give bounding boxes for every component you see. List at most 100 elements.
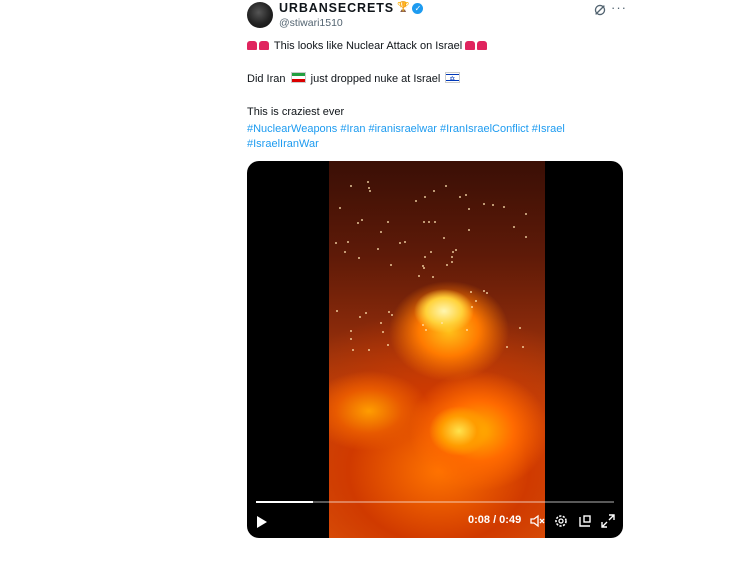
spark-decoration xyxy=(446,263,449,266)
israel-flag-icon xyxy=(445,72,461,87)
spark-decoration xyxy=(369,189,372,192)
spark-decoration xyxy=(379,322,382,325)
spark-decoration xyxy=(428,221,431,224)
spark-decoration xyxy=(338,207,341,210)
spark-decoration xyxy=(425,329,428,332)
spark-decoration xyxy=(357,222,360,225)
spark-decoration xyxy=(404,240,407,243)
spark-decoration xyxy=(398,241,401,244)
hashtag-link[interactable]: #Iran xyxy=(340,123,365,135)
spark-decoration xyxy=(424,255,427,258)
spark-decoration xyxy=(466,328,469,331)
spark-decoration xyxy=(432,276,435,279)
spark-decoration xyxy=(482,203,485,206)
hashtag-link[interactable]: #iranisraelwar xyxy=(369,123,437,135)
spark-decoration xyxy=(475,299,478,302)
tweet-line-1: This looks like Nuclear Attack on Israel xyxy=(247,39,489,54)
spark-decoration xyxy=(525,236,528,239)
volume-muted-icon[interactable] xyxy=(529,513,545,529)
hashtag-link[interactable]: #IsraelIranWar xyxy=(247,138,319,150)
spark-decoration xyxy=(380,231,383,234)
spark-decoration xyxy=(335,242,338,245)
spark-decoration xyxy=(471,306,474,309)
author-name-row: URBANSECRETS 🏆 ✓ xyxy=(279,1,424,15)
tweet-line-3: This is craziest ever xyxy=(247,106,345,118)
hashtag-link[interactable]: #NuclearWeapons xyxy=(247,123,337,135)
spark-decoration xyxy=(346,241,349,244)
spark-decoration xyxy=(458,195,461,198)
spark-decoration xyxy=(443,237,446,240)
spark-decoration xyxy=(386,221,389,224)
spark-decoration xyxy=(390,313,393,316)
spark-decoration xyxy=(421,323,424,326)
spark-decoration xyxy=(468,228,471,231)
spark-decoration xyxy=(502,205,505,208)
video-frame[interactable] xyxy=(329,161,545,538)
tweet-line-2-after: just dropped nuke at Israel xyxy=(310,73,441,85)
settings-icon[interactable] xyxy=(553,513,569,529)
spark-decoration xyxy=(343,251,346,254)
video-progress-bar[interactable] xyxy=(256,501,614,503)
iran-flag-icon xyxy=(290,72,306,83)
spark-decoration xyxy=(429,251,432,254)
spark-decoration xyxy=(451,250,454,253)
video-time: 0:08 / 0:49 xyxy=(468,514,522,526)
spark-decoration xyxy=(368,348,371,351)
avatar[interactable] xyxy=(247,2,273,28)
pop-out-icon[interactable] xyxy=(577,513,593,529)
author-display-name[interactable]: URBANSECRETS xyxy=(279,1,394,15)
siren-emoji-icon xyxy=(247,41,257,50)
siren-emoji-icon xyxy=(477,41,488,50)
spark-decoration xyxy=(387,343,390,346)
spark-decoration xyxy=(454,249,457,252)
video-controls: 0:08 / 0:49 xyxy=(247,511,623,533)
spark-decoration xyxy=(525,213,528,216)
spark-decoration xyxy=(366,181,369,184)
spark-decoration xyxy=(389,264,392,266)
tweet-line-2: Did Iran just dropped nuke at Israel xyxy=(247,72,462,87)
spark-decoration xyxy=(433,220,436,223)
grok-icon[interactable] xyxy=(593,3,607,17)
spark-decoration xyxy=(414,199,417,202)
fullscreen-icon[interactable] xyxy=(600,513,616,529)
video-player[interactable]: 0:08 / 0:49 xyxy=(247,161,623,538)
verified-badge-icon[interactable]: ✓ xyxy=(412,2,424,14)
hashtag-link[interactable]: #IranIsraelConflict xyxy=(440,123,529,135)
spark-decoration xyxy=(364,312,367,315)
spark-decoration xyxy=(451,260,454,263)
spark-decoration xyxy=(351,349,354,352)
spark-decoration xyxy=(444,185,447,188)
spark-decoration xyxy=(432,189,435,192)
tweet-line-1-text: This looks like Nuclear Attack on Israel xyxy=(273,40,463,52)
spark-decoration xyxy=(423,220,426,223)
spark-decoration xyxy=(422,267,425,270)
tweet-line-2-before: Did Iran xyxy=(247,73,286,85)
spark-decoration xyxy=(485,291,488,294)
more-options-icon[interactable]: ··· xyxy=(611,0,627,15)
spark-decoration xyxy=(519,327,522,330)
spark-decoration xyxy=(513,225,516,228)
video-progress-fill xyxy=(256,501,314,503)
spark-decoration xyxy=(492,204,495,207)
spark-decoration xyxy=(350,184,353,187)
siren-emoji-icon xyxy=(259,41,269,50)
spark-decoration xyxy=(521,345,524,348)
spark-decoration xyxy=(451,255,454,258)
hashtag-link[interactable]: #Israel xyxy=(532,123,565,135)
siren-emoji-icon xyxy=(465,41,476,50)
spark-decoration xyxy=(468,207,471,210)
play-icon[interactable] xyxy=(257,516,267,528)
spark-decoration xyxy=(359,315,362,318)
spark-decoration xyxy=(417,274,420,277)
spark-decoration xyxy=(441,322,444,325)
spark-decoration xyxy=(388,311,391,314)
spark-decoration xyxy=(361,219,364,222)
author-handle[interactable]: @stiwari1510 xyxy=(279,17,343,29)
spark-decoration xyxy=(381,331,384,334)
spark-decoration xyxy=(505,345,508,348)
hashtag-list: #NuclearWeapons #Iran #iranisraelwar #Ir… xyxy=(247,122,607,152)
spark-decoration xyxy=(335,309,338,312)
spark-decoration xyxy=(349,338,352,341)
spark-decoration xyxy=(377,247,380,250)
spark-decoration xyxy=(470,290,473,293)
